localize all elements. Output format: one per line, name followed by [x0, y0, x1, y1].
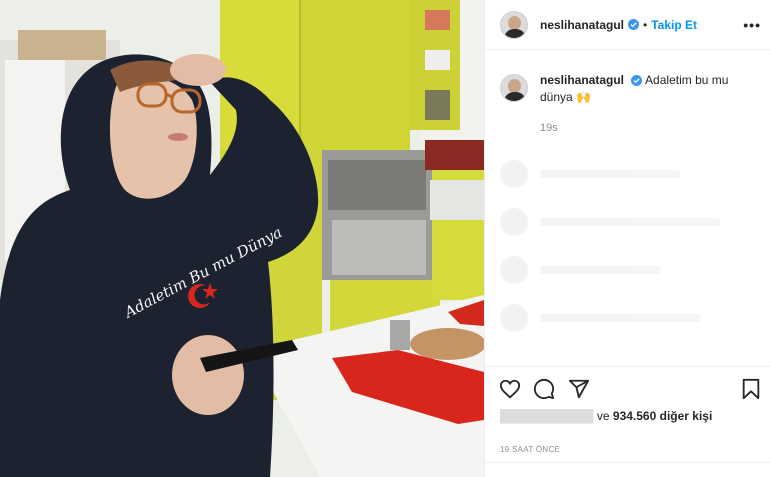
more-options-icon[interactable]: •••: [743, 17, 761, 33]
verified-badge-icon: [631, 75, 643, 87]
post-sidebar: neslihanatagul • Takip Et ••• neslihanat…: [484, 0, 770, 477]
divider: [485, 462, 770, 463]
likes-count: 934.560: [612, 409, 657, 423]
likes-suffix: diğer kişi: [659, 409, 713, 423]
verified-badge-icon: [628, 19, 640, 30]
caption-username[interactable]: neslihanatagul: [540, 73, 624, 87]
caption-avatar[interactable]: [500, 74, 528, 102]
bookmark-icon[interactable]: [740, 378, 762, 400]
comment-bubble-icon[interactable]: [533, 378, 555, 400]
post-photo[interactable]: Adaletim Bu mu Dünya: [0, 0, 484, 477]
caption-time: 19s: [540, 122, 558, 134]
paper-plane-icon[interactable]: [568, 378, 590, 400]
follow-button[interactable]: Takip Et: [651, 18, 697, 32]
post-timestamp: 19 SAAT ÖNCE: [500, 445, 561, 454]
post-image: Adaletim Bu mu Dünya: [0, 0, 484, 477]
comment-placeholder: [500, 150, 760, 198]
separator-dot: •: [643, 17, 648, 32]
comment-placeholder: [500, 198, 760, 246]
caption: neslihanatagul Adaletim bu mu dünya 🙌 19…: [500, 72, 760, 137]
comments-list: [500, 150, 760, 342]
action-bar: [485, 366, 770, 411]
likes-prefix: ve: [596, 409, 610, 423]
comment-placeholder: [500, 246, 760, 294]
username-link[interactable]: neslihanatagul: [540, 18, 624, 32]
avatar[interactable]: [500, 10, 528, 39]
likes-summary[interactable]: ███████████ ve 934.560 diğer kişi: [500, 409, 712, 423]
comment-placeholder: [500, 294, 760, 342]
post-header: neslihanatagul • Takip Et •••: [485, 0, 770, 50]
heart-icon[interactable]: [499, 378, 521, 400]
